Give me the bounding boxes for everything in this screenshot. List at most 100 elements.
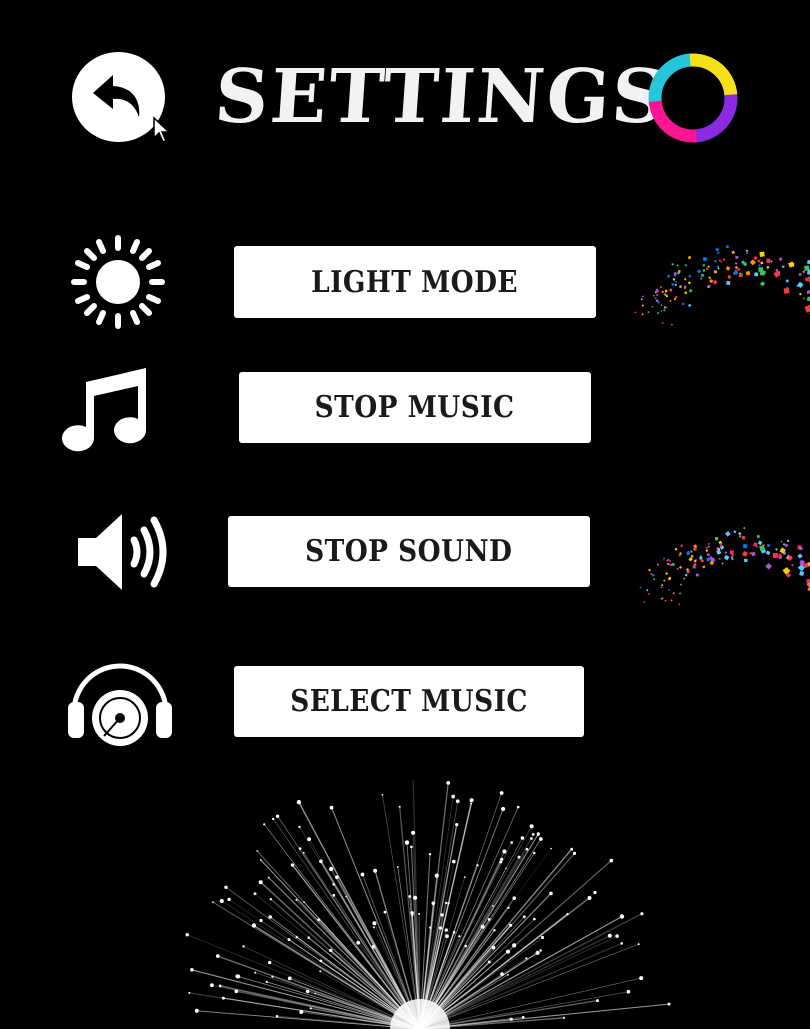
light-spark <box>296 800 302 805</box>
confetti-piece <box>662 309 666 312</box>
confetti-piece <box>757 540 763 546</box>
confetti-piece <box>720 260 723 263</box>
confetti-piece <box>772 553 778 559</box>
confetti-piece <box>641 313 644 316</box>
confetti-piece <box>683 285 687 289</box>
confetti-piece <box>656 563 659 566</box>
light-spark <box>309 1007 312 1010</box>
confetti-piece <box>648 593 650 595</box>
confetti-piece <box>782 543 786 546</box>
confetti-piece <box>680 544 684 548</box>
confetti-piece <box>790 262 795 267</box>
confetti-piece <box>674 283 678 287</box>
light-spark <box>295 899 298 901</box>
confetti-piece <box>753 255 758 261</box>
light-spark <box>455 799 460 804</box>
light-spark <box>470 802 473 805</box>
confetti-piece <box>672 592 675 595</box>
confetti-piece <box>766 265 770 269</box>
light-spark <box>263 823 266 826</box>
confetti-piece <box>655 291 657 294</box>
light-spark <box>258 880 263 885</box>
confetti-piece <box>696 269 702 274</box>
music-note-icon <box>62 368 147 452</box>
confetti-piece <box>743 527 746 529</box>
light-spark <box>373 868 378 873</box>
confetti-piece <box>687 303 692 308</box>
confetti-piece <box>724 551 728 555</box>
confetti-piece <box>713 270 717 274</box>
confetti-piece <box>643 601 646 604</box>
stop-sound-button[interactable]: STOP SOUND <box>228 516 590 587</box>
confetti-piece <box>733 530 737 534</box>
select-music-button[interactable]: SELECT MUSIC <box>234 666 584 737</box>
light-spark <box>493 929 496 932</box>
light-spark <box>609 858 614 863</box>
confetti-piece <box>718 558 721 561</box>
confetti-piece <box>705 267 709 271</box>
confetti-piece <box>788 569 791 572</box>
light-spark <box>444 928 448 932</box>
confetti-piece <box>672 278 676 281</box>
confetti-piece <box>734 262 738 265</box>
light-spark <box>411 914 414 917</box>
light-spark <box>505 867 507 870</box>
light-spark <box>410 845 413 849</box>
confetti-piece <box>707 265 710 268</box>
confetti-piece <box>684 573 688 577</box>
light-spark <box>455 823 459 827</box>
confetti-piece <box>798 273 802 276</box>
theme-color-ring-icon[interactable] <box>647 52 739 144</box>
light-spark <box>190 968 194 972</box>
light-spark <box>529 824 534 829</box>
confetti-piece <box>693 560 696 563</box>
light-spark <box>307 936 310 939</box>
confetti-piece <box>692 546 698 552</box>
confetti-piece <box>641 295 645 298</box>
stop-music-button[interactable]: STOP MUSIC <box>239 372 591 443</box>
confetti-piece <box>653 578 656 581</box>
confetti-piece <box>758 267 763 272</box>
light-spark <box>216 954 220 958</box>
light-spark <box>277 815 279 818</box>
confetti-piece <box>751 551 756 557</box>
light-spark <box>667 1002 671 1006</box>
light-spark <box>550 847 552 850</box>
light-spark <box>445 934 449 939</box>
confetti-piece <box>760 261 764 265</box>
confetti-piece <box>791 564 794 567</box>
confetti-piece <box>782 265 785 268</box>
confetti-piece <box>654 297 657 300</box>
light-mode-button[interactable]: LIGHT MODE <box>234 246 596 318</box>
confetti-piece <box>676 264 679 267</box>
confetti-piece <box>714 259 717 263</box>
light-spark <box>487 960 491 964</box>
confetti-swirl-decoration <box>639 527 810 606</box>
light-spark <box>185 933 189 937</box>
confetti-piece <box>665 571 669 576</box>
confetti-piece <box>647 311 650 314</box>
confetti-piece <box>726 280 731 285</box>
light-spark <box>329 866 334 872</box>
light-spark <box>626 989 631 994</box>
light-spark <box>539 837 543 841</box>
light-spark <box>299 1010 304 1014</box>
confetti-piece <box>671 263 674 266</box>
light-spark <box>271 975 274 978</box>
confetti-piece <box>662 557 666 560</box>
light-spark <box>639 976 644 981</box>
light-spark <box>463 876 466 878</box>
confetti-piece <box>695 573 699 577</box>
confetti-piece <box>702 257 708 262</box>
confetti-piece <box>700 273 705 277</box>
light-spark <box>272 817 275 821</box>
light-spark <box>235 974 240 979</box>
page-title: SETTINGS <box>211 54 671 140</box>
light-spark <box>398 805 401 808</box>
light-spark <box>428 853 432 856</box>
confetti-piece <box>660 586 663 589</box>
confetti-piece <box>717 251 720 254</box>
confetti-piece <box>692 565 696 569</box>
confetti-piece <box>702 565 706 569</box>
light-spark <box>540 935 545 940</box>
